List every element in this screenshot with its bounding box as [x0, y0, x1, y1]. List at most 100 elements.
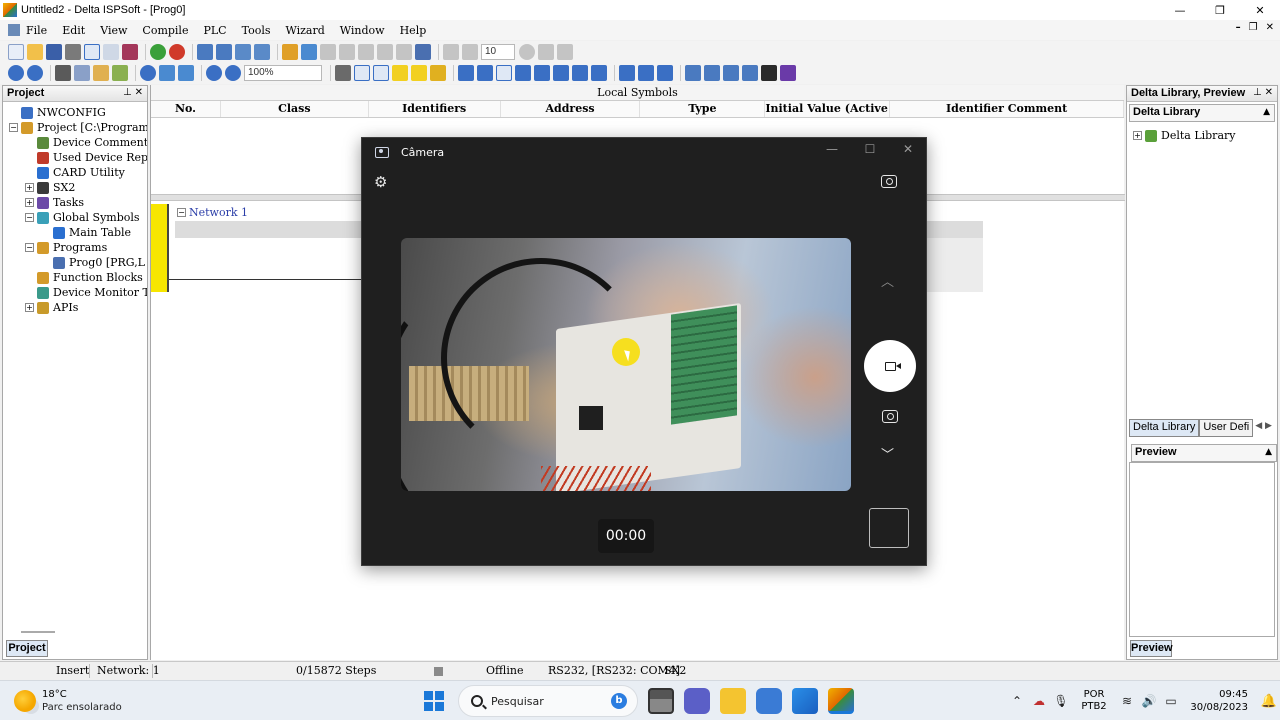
onedrive-status-icon[interactable]: ☁: [1028, 694, 1050, 708]
project-tree-item[interactable]: − Global Symbols: [3, 210, 147, 225]
preview-selector[interactable]: Preview ▲: [1131, 444, 1277, 462]
symbols-column-header[interactable]: Address: [501, 101, 641, 117]
symbols-column-header[interactable]: Class: [221, 101, 369, 117]
mdi-restore-icon[interactable]: ❐: [1249, 22, 1258, 33]
record-video-button[interactable]: [864, 340, 916, 392]
panel-pin-close-icons[interactable]: ⊥ ✕: [123, 87, 143, 98]
save-icon[interactable]: [46, 44, 62, 60]
cut-icon[interactable]: [55, 65, 71, 81]
weather-widget[interactable]: 18°C Parc ensolarado: [14, 688, 122, 714]
chevron-down-icon[interactable]: ﹀: [881, 444, 894, 463]
camera-settings-gear-icon[interactable]: ⚙: [374, 173, 387, 191]
project-tree-item[interactable]: Device Monitor Ta: [3, 285, 147, 300]
replace-icon[interactable]: [159, 65, 175, 81]
library-tree-root[interactable]: + Delta Library: [1133, 128, 1277, 143]
online-monitor-icon[interactable]: [235, 44, 251, 60]
library-book-icon[interactable]: [122, 44, 138, 60]
project-tree-item[interactable]: + Tasks: [3, 195, 147, 210]
menu-compile[interactable]: Compile: [142, 24, 188, 37]
zoom-combo[interactable]: 100%: [244, 65, 322, 81]
compile-icon[interactable]: [282, 44, 298, 60]
paste-icon[interactable]: [93, 65, 109, 81]
open-folder-icon[interactable]: [27, 44, 43, 60]
io-icon[interactable]: [742, 65, 758, 81]
project-tree-item[interactable]: NWCONFIG: [3, 105, 147, 120]
ladder-rung-cell[interactable]: [927, 238, 983, 292]
library-selector[interactable]: Delta Library ▲: [1129, 104, 1275, 122]
document-system-icon[interactable]: [8, 24, 20, 36]
goto-icon[interactable]: [178, 65, 194, 81]
project-tree-item[interactable]: Function Blocks: [3, 270, 147, 285]
taskbar-clock[interactable]: 09:45 30/08/2023: [1182, 688, 1248, 714]
forward-icon[interactable]: [27, 65, 43, 81]
volume-icon[interactable]: 🔊: [1138, 694, 1160, 708]
menu-plc[interactable]: PLC: [203, 24, 226, 37]
ladder-view-icon[interactable]: [354, 65, 370, 81]
photo-mode-camera-icon[interactable]: [882, 410, 898, 423]
symbols-column-header[interactable]: Identifier Comment: [890, 101, 1124, 117]
microphone-icon[interactable]: 🎙: [1050, 694, 1072, 708]
camera-maximize-icon[interactable]: ☐: [860, 142, 880, 156]
menu-file[interactable]: File: [26, 24, 47, 37]
menu-view[interactable]: View: [100, 24, 127, 37]
whiteboard-app-icon[interactable]: [792, 688, 818, 714]
layout-icon[interactable]: [84, 44, 100, 60]
zoom-in-icon[interactable]: [206, 65, 222, 81]
project-tab[interactable]: Project: [6, 640, 48, 657]
minimize-icon[interactable]: —: [1160, 0, 1200, 20]
menu-help[interactable]: Help: [400, 24, 427, 37]
bing-icon[interactable]: b: [611, 693, 627, 709]
task-view-icon[interactable]: [648, 688, 674, 714]
expand-icon[interactable]: +: [25, 303, 34, 312]
project-tree-item[interactable]: Main Table: [3, 225, 147, 240]
symbols-column-header[interactable]: Initial Value (Active whe...: [765, 101, 891, 117]
mdi-close-icon[interactable]: ✕: [1266, 22, 1274, 33]
gallery-thumbnail[interactable]: [869, 508, 909, 548]
hline-icon[interactable]: [515, 65, 531, 81]
expand-icon[interactable]: +: [25, 198, 34, 207]
project-tree-item[interactable]: Used Device Repor: [3, 150, 147, 165]
collapse-icon[interactable]: −: [25, 213, 34, 222]
project-tree-item[interactable]: − Programs: [3, 240, 147, 255]
switch-camera-icon[interactable]: [881, 175, 897, 188]
menu-window[interactable]: Window: [340, 24, 385, 37]
device-monitor-icon[interactable]: [254, 44, 270, 60]
teams-chat-icon[interactable]: [684, 688, 710, 714]
ispsoft-taskbar-icon[interactable]: [828, 688, 854, 714]
run-icon[interactable]: [150, 44, 166, 60]
tab-delta-library[interactable]: Delta Library: [1129, 419, 1200, 437]
stop-icon[interactable]: [169, 44, 185, 60]
notification-bell-icon[interactable]: 🔔: [1258, 694, 1280, 709]
new-file-icon[interactable]: [8, 44, 24, 60]
monitor-table-icon[interactable]: [723, 65, 739, 81]
insert-column-icon[interactable]: [638, 65, 654, 81]
camera-app-taskbar-icon[interactable]: [756, 688, 782, 714]
project-tree-item[interactable]: CARD Utility: [3, 165, 147, 180]
start-windows-icon[interactable]: [424, 691, 444, 711]
file-explorer-icon[interactable]: [720, 688, 746, 714]
chip-icon[interactable]: [761, 65, 777, 81]
bookmark-icon[interactable]: [430, 65, 446, 81]
find-icon[interactable]: [140, 65, 156, 81]
network-collapse-icon[interactable]: −: [177, 208, 186, 217]
contact-nc-icon[interactable]: [477, 65, 493, 81]
collapse-icon[interactable]: −: [9, 123, 18, 132]
horizontal-scrollbar[interactable]: [21, 631, 55, 633]
battery-icon[interactable]: ▭: [1160, 694, 1182, 708]
symbols-column-header[interactable]: Identifiers: [369, 101, 501, 117]
contact-no-icon[interactable]: [458, 65, 474, 81]
module-icon[interactable]: [780, 65, 796, 81]
tab-scroll-arrows-icon[interactable]: ◀ ▶: [1253, 419, 1274, 437]
function-block-icon[interactable]: [572, 65, 588, 81]
and-icon[interactable]: [591, 65, 607, 81]
preview-tab[interactable]: Preview: [1130, 640, 1173, 657]
project-tree-item[interactable]: + APIs: [3, 300, 147, 315]
grid-icon[interactable]: [335, 65, 351, 81]
table-icon[interactable]: [704, 65, 720, 81]
select-pointer-icon[interactable]: [496, 65, 512, 81]
download-icon[interactable]: [216, 44, 232, 60]
project-tree-item[interactable]: + SX2: [3, 180, 147, 195]
taskbar-search[interactable]: Pesquisar b: [458, 685, 638, 717]
project-tree-item[interactable]: − Project [C:\ProgramData\: [3, 120, 147, 135]
menu-wizard[interactable]: Wizard: [286, 24, 325, 37]
